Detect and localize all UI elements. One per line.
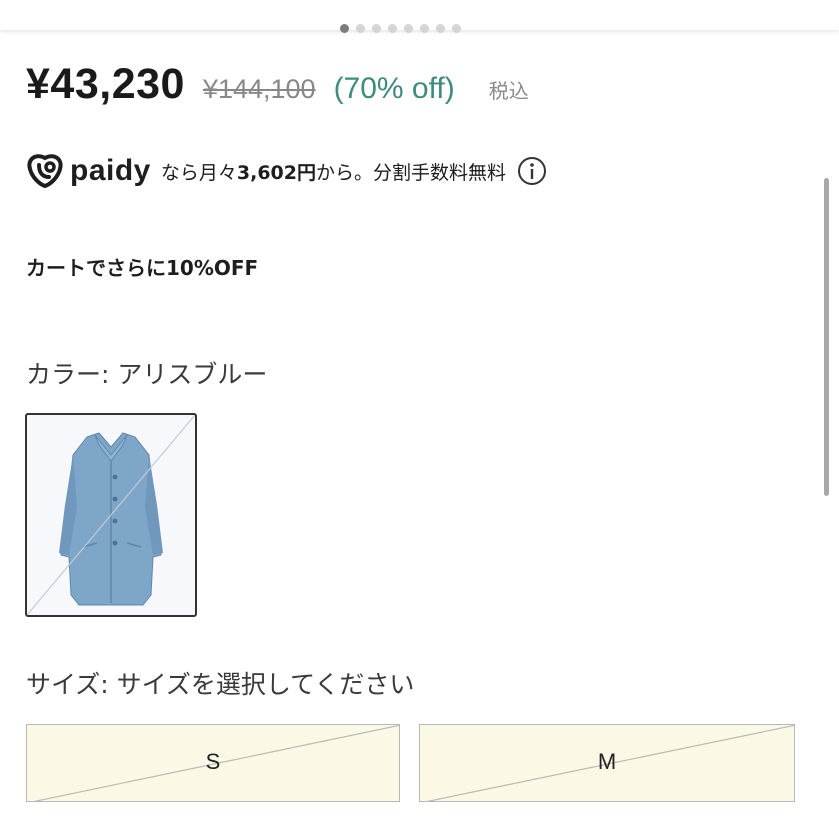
size-option-s[interactable]: S	[26, 724, 400, 802]
paidy-monthly-amount: 3,602円	[236, 161, 316, 184]
color-swatch-alice-blue[interactable]	[25, 413, 197, 617]
original-price: ¥144,100	[202, 74, 316, 104]
carousel-dot[interactable]	[420, 24, 429, 33]
paidy-suffix: から。分割手数料無料	[315, 161, 506, 184]
info-circle-icon[interactable]	[516, 155, 548, 187]
carousel-dot[interactable]	[452, 24, 461, 33]
carousel-dot[interactable]	[356, 24, 365, 33]
scrollbar[interactable]	[824, 178, 829, 496]
size-label: サイズ: サイズを選択してください	[26, 670, 415, 699]
image-carousel-bottom	[0, 0, 839, 33]
carousel-dot[interactable]	[404, 24, 413, 33]
size-option-label: M	[597, 749, 617, 774]
carousel-pagination	[340, 24, 461, 33]
color-label: カラー: アリスブルー	[26, 360, 268, 389]
paidy-prefix: なら月々	[160, 161, 237, 184]
carousel-dot[interactable]	[372, 24, 381, 33]
carousel-dot[interactable]	[436, 24, 445, 33]
paidy-logo-icon	[27, 154, 63, 189]
coat-image	[27, 415, 195, 615]
cart-discount-note: カートでさらに10%OFF	[26, 256, 259, 280]
paidy-brand: paidy	[70, 154, 151, 187]
product-detail-page: ¥43,230 ¥144,100 (70% off) 税込 paidy なら月々…	[0, 0, 839, 839]
size-option-label: S	[205, 749, 221, 774]
discount-badge: (70% off)	[333, 72, 455, 105]
size-option-m[interactable]: M	[419, 724, 795, 802]
price-row: ¥43,230 ¥144,100 (70% off) 税込	[26, 60, 529, 109]
sale-price: ¥43,230	[26, 60, 185, 108]
tax-included-note: 税込	[488, 79, 529, 103]
carousel-dot[interactable]	[340, 24, 349, 33]
carousel-dot[interactable]	[388, 24, 397, 33]
paidy-installment-row: paidy なら月々 3,602円 から。分割手数料無料	[26, 153, 548, 189]
